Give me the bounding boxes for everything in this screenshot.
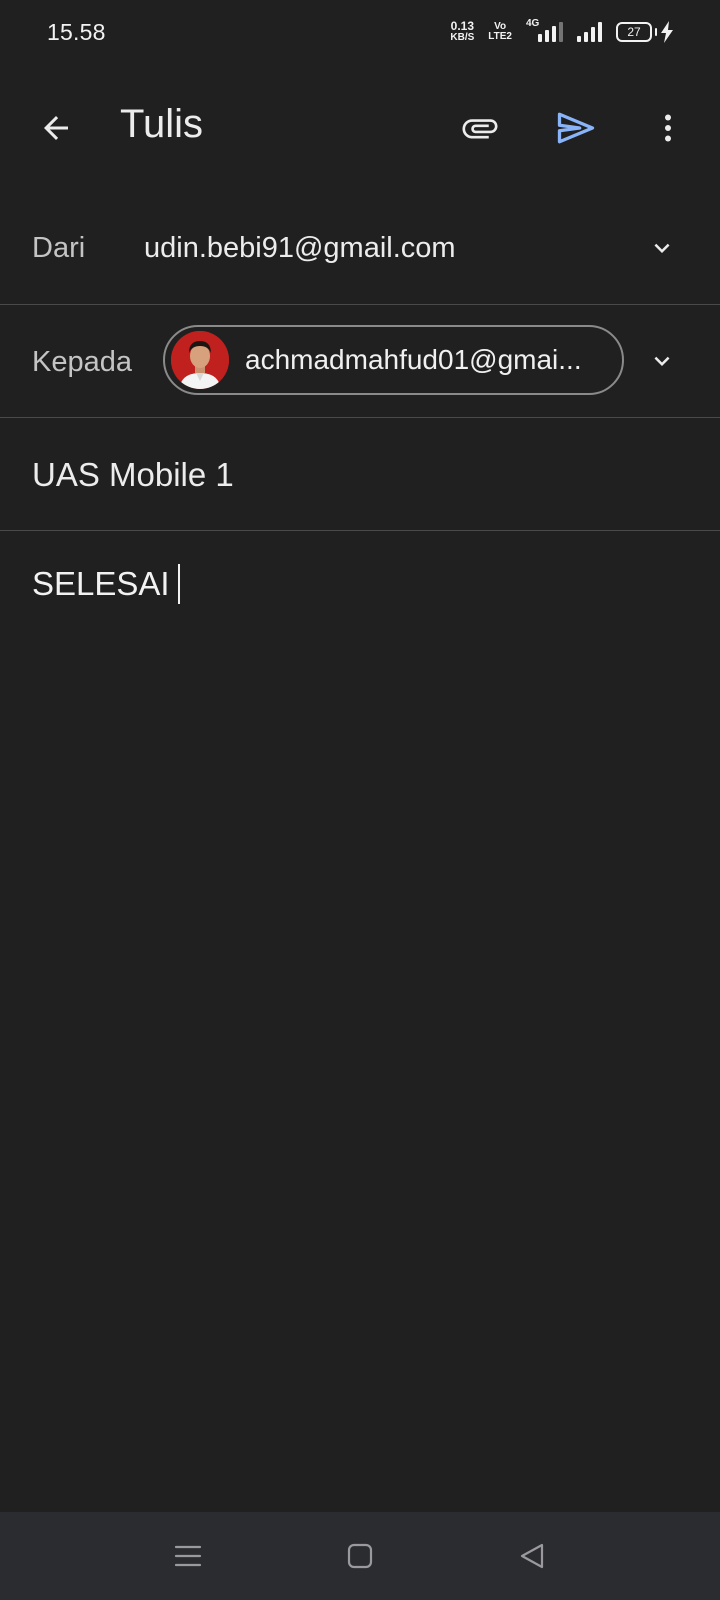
nav-home-button[interactable] — [338, 1534, 382, 1578]
body-field[interactable]: SELESAI — [0, 532, 720, 1512]
signal-4g-icon: 4G — [526, 18, 563, 42]
nav-back-button[interactable] — [510, 1534, 554, 1578]
recipient-chip[interactable]: achmadmahfud01@gmai... — [163, 325, 624, 395]
from-label: Dari — [32, 232, 86, 264]
network-speed-unit: KB/S — [450, 32, 475, 43]
to-expand-button[interactable] — [644, 343, 680, 379]
attach-button[interactable] — [452, 100, 508, 156]
avatar — [171, 331, 229, 389]
recipient-email: achmadmahfud01@gmai... — [245, 344, 582, 375]
status-time: 15.58 — [47, 18, 106, 45]
to-label: Kepada — [32, 346, 132, 378]
more-options-button[interactable] — [640, 100, 696, 156]
page-title: Tulis — [120, 102, 203, 146]
battery-level: 27 — [616, 22, 652, 42]
to-row[interactable]: Kepada achmadmahfud01@gmai... — [0, 305, 720, 418]
paperclip-icon — [462, 119, 498, 139]
signal-strength-icon — [577, 22, 602, 42]
back-button[interactable] — [28, 100, 84, 156]
from-expand-button[interactable] — [644, 230, 680, 266]
battery-icon: 27 — [616, 21, 674, 43]
network-speed-value: 0.13 — [450, 19, 474, 33]
subject-row[interactable]: UAS Mobile 1 — [0, 418, 720, 531]
network-type-label: 4G — [526, 18, 540, 29]
system-nav-bar — [0, 1512, 720, 1600]
body-text-container: SELESAI — [32, 564, 180, 604]
arrow-left-icon — [44, 116, 68, 140]
menu-icon — [174, 1545, 202, 1567]
avatar-photo — [171, 331, 229, 389]
network-speed: 0.13 KB/S — [450, 19, 475, 43]
nav-recents-button[interactable] — [166, 1534, 210, 1578]
home-square-icon — [347, 1543, 373, 1569]
volte-bottom: LTE2 — [488, 31, 512, 42]
charging-icon — [661, 21, 673, 43]
send-icon — [557, 112, 595, 144]
chevron-down-icon — [654, 356, 670, 366]
app-bar: Tulis — [0, 72, 720, 184]
send-button[interactable] — [548, 100, 604, 156]
body-text: SELESAI — [32, 565, 170, 602]
more-vert-icon — [665, 114, 671, 142]
subject-field[interactable]: UAS Mobile 1 — [32, 456, 234, 494]
from-row[interactable]: Dari udin.bebi91@gmail.com — [0, 192, 720, 305]
back-triangle-icon — [520, 1543, 544, 1569]
from-value[interactable]: udin.bebi91@gmail.com — [144, 232, 456, 265]
status-bar: 15.58 0.13 KB/S Vo LTE2 4G 27 — [0, 0, 720, 64]
chevron-down-icon — [654, 243, 670, 253]
status-icons: 0.13 KB/S Vo LTE2 4G 27 — [450, 18, 674, 43]
text-cursor — [177, 564, 180, 604]
volte-icon: Vo LTE2 — [488, 22, 512, 42]
